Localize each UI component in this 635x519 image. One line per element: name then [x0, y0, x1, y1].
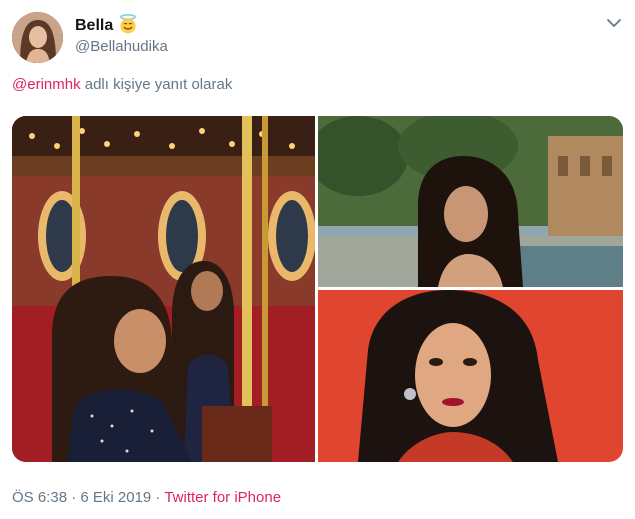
red-background-portrait-photo[interactable]: [318, 290, 623, 462]
reply-context: @erinmhk adlı kişiye yanıt olarak: [12, 76, 232, 93]
media-grid: [12, 116, 623, 462]
timestamp[interactable]: ÖS 6:38 · 6 Eki 2019: [12, 489, 151, 506]
chevron-down-icon[interactable]: [605, 14, 623, 32]
meta-separator: ·: [151, 489, 165, 506]
angel-emoji-icon: [120, 13, 136, 34]
user-handle[interactable]: @Bellahudika: [75, 38, 168, 55]
source-link[interactable]: Twitter for iPhone: [164, 489, 281, 506]
tweet-meta: ÖS 6:38 · 6 Eki 2019 · Twitter for iPhon…: [12, 489, 281, 506]
tweet: Bella @Bellahudika @erinmhk adlı kişiye …: [0, 0, 635, 519]
avatar[interactable]: [12, 12, 63, 63]
reply-suffix: adlı kişiye yanıt olarak: [80, 76, 233, 93]
display-name[interactable]: Bella: [75, 17, 113, 35]
mention-link[interactable]: @erinmhk: [12, 76, 81, 93]
carousel-photo[interactable]: [12, 116, 315, 462]
park-portrait-photo[interactable]: [318, 116, 623, 287]
avatar-image: [12, 12, 63, 63]
